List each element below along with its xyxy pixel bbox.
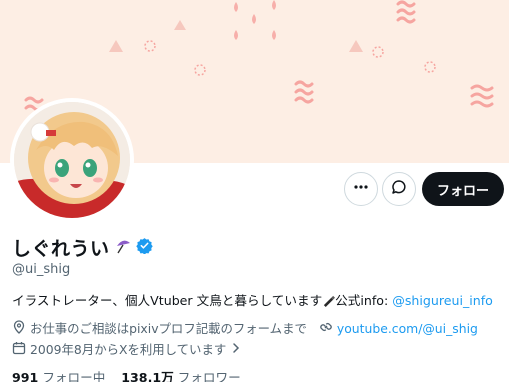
more-horizontal-icon (353, 179, 369, 199)
profile-bio: イラストレーター、個人Vtuber 文鳥と暮らしています 公式info: @shi… (12, 290, 493, 309)
followers-count: 138.1万 (121, 370, 174, 382)
profile-stats: 991 フォロー中 138.1万 フォロワー (12, 367, 241, 382)
location-text: お仕事のご相談はpixivプロフ記載のフォームまで (30, 321, 307, 336)
display-name-row: しぐれうい (12, 234, 153, 261)
location-item: お仕事のご相談はpixivプロフ記載のフォームまで (12, 319, 307, 337)
following-stat[interactable]: 991 フォロー中 (12, 367, 105, 382)
more-button[interactable] (344, 172, 378, 206)
verified-badge-icon[interactable] (135, 237, 153, 258)
profile-avatar[interactable] (10, 98, 134, 222)
bio-mention-link[interactable]: @shigureui_info (392, 293, 493, 308)
pen-emoji-icon (322, 293, 336, 308)
website-item: youtube.com/@ui_shig (319, 320, 478, 337)
display-name: しぐれうい (12, 238, 110, 260)
joined-item[interactable]: 2009年8月からXを利用しています (12, 340, 242, 358)
location-pin-icon (12, 319, 26, 337)
followers-label: フォロワー (177, 370, 241, 382)
followers-stat[interactable]: 138.1万 フォロワー (121, 367, 240, 382)
follow-button[interactable]: フォロー (422, 172, 504, 206)
profile-meta-row: お仕事のご相談はpixivプロフ記載のフォームまで youtube.com/@u… (12, 319, 478, 337)
following-count: 991 (12, 370, 39, 382)
link-icon (319, 320, 333, 337)
website-link[interactable]: youtube.com/@ui_shig (337, 321, 478, 336)
following-label: フォロー中 (42, 370, 106, 382)
joined-row: 2009年8月からXを利用しています (12, 340, 242, 358)
umbrella-emoji-icon (114, 237, 132, 259)
chevron-right-icon (230, 342, 242, 357)
bio-text: イラストレーター、個人Vtuber 文鳥と暮らしています (12, 293, 323, 308)
message-icon (391, 179, 407, 199)
profile-handle: @ui_shig (12, 262, 71, 277)
message-button[interactable] (382, 172, 416, 206)
joined-text: 2009年8月からXを利用しています (30, 342, 227, 357)
bio-info-label: 公式info: (335, 293, 393, 308)
calendar-icon (12, 341, 26, 358)
